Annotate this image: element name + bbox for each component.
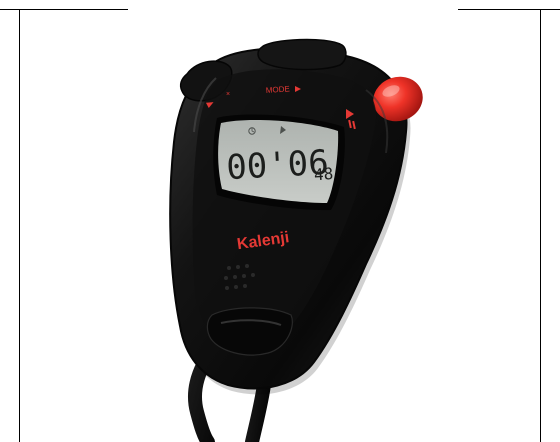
svg-text:×: × xyxy=(226,91,230,98)
stopwatch-photo: MODE × 00'06 48 Kalenji xyxy=(169,38,423,442)
svg-text:MODE: MODE xyxy=(266,84,291,95)
lcd-fraction: 48 xyxy=(313,164,334,184)
top-button-housing xyxy=(257,38,347,71)
